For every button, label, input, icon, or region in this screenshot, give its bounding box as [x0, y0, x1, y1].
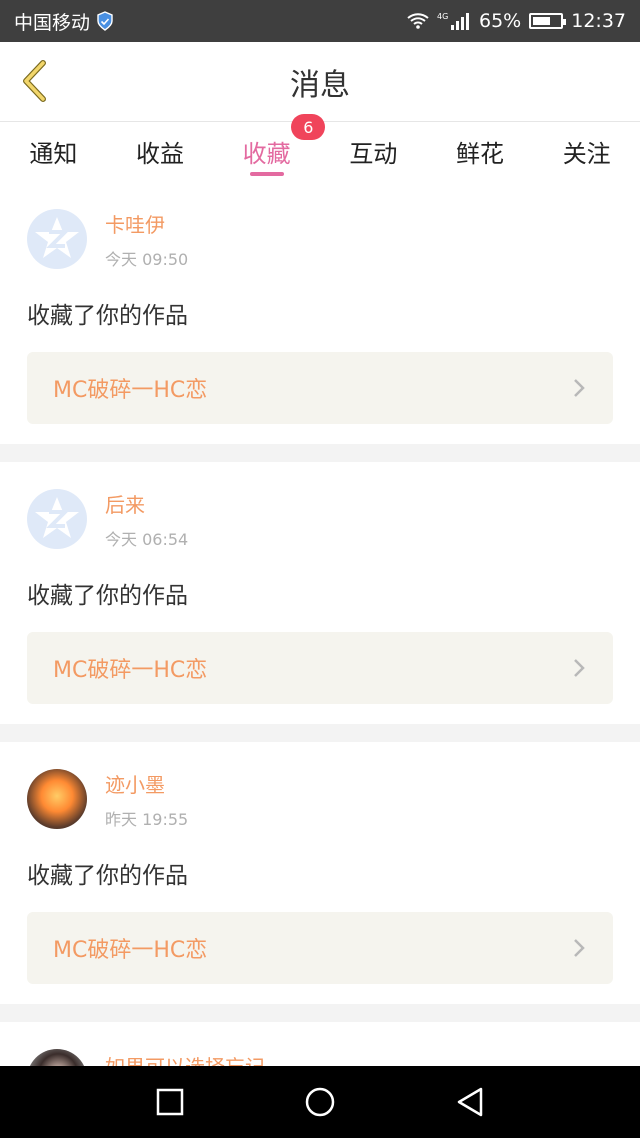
page-title: 消息: [290, 68, 350, 103]
chevron-right-icon: [574, 939, 585, 957]
user-name[interactable]: 后来: [105, 489, 188, 518]
message-header: 后来 今天 06:54: [27, 488, 613, 550]
circle-icon: [305, 1087, 335, 1117]
qq-zone-default-avatar-icon: [35, 217, 79, 258]
tab-label: 鲜花: [456, 139, 505, 168]
user-name[interactable]: 卡哇伊: [105, 209, 188, 238]
network-text: 4G: [437, 12, 448, 21]
tab-notice[interactable]: 通知: [0, 122, 107, 180]
user-meta: 迹小墨 昨天 19:55: [105, 769, 188, 830]
battery-percent: 65%: [479, 10, 522, 32]
tab-favorites[interactable]: 收藏 6: [213, 114, 326, 180]
work-link[interactable]: MC破碎一HC恋: [27, 352, 613, 424]
message-action: 收藏了你的作品: [27, 303, 188, 329]
tab-follow[interactable]: 关注: [533, 122, 640, 180]
wifi-icon: [407, 13, 429, 29]
battery-fill: [533, 17, 551, 25]
section-separator: [0, 724, 640, 742]
tab-interaction[interactable]: 互动: [320, 122, 427, 180]
message-time: 今天 09:50: [105, 249, 189, 269]
message-action: 收藏了你的作品: [27, 863, 188, 889]
status-left: 中国移动: [14, 8, 114, 35]
shield-icon: [97, 11, 113, 31]
tab-label: 互动: [349, 139, 398, 168]
status-bar: 中国移动 4G 65% 12:37: [0, 0, 640, 42]
square-icon: [156, 1088, 184, 1116]
chevron-right-icon: [574, 379, 585, 397]
message-header: 迹小墨 昨天 19:55: [27, 768, 613, 830]
user-name[interactable]: 迹小墨: [105, 769, 188, 798]
message-time: 昨天 19:55: [105, 809, 189, 829]
battery-icon: [529, 13, 567, 29]
message-time: 今天 06:54: [105, 529, 189, 549]
tab-bar: 通知 收益 收藏 6 互动 鲜花 关注: [0, 114, 640, 180]
tab-label: 收益: [136, 139, 184, 168]
tab-label: 收藏: [242, 139, 291, 168]
message-list: 卡哇伊 今天 09:50 收藏了你的作品 MC破碎一HC恋 后来 今天 06:5…: [0, 182, 640, 1130]
clock: 12:37: [571, 10, 626, 32]
home-button[interactable]: [300, 1082, 340, 1122]
status-right: 4G 65% 12:37: [407, 10, 626, 32]
message-item: 卡哇伊 今天 09:50 收藏了你的作品 MC破碎一HC恋: [0, 182, 640, 444]
qq-zone-default-avatar-icon: [35, 497, 79, 538]
work-title: MC破碎一HC恋: [53, 658, 208, 683]
work-title: MC破碎一HC恋: [53, 938, 208, 963]
user-meta: 卡哇伊 今天 09:50: [105, 209, 188, 270]
active-tab-indicator: [249, 172, 284, 176]
message-item: 后来 今天 06:54 收藏了你的作品 MC破碎一HC恋: [0, 462, 640, 724]
recents-button[interactable]: [150, 1082, 190, 1122]
tab-earnings[interactable]: 收益: [107, 122, 214, 180]
work-link[interactable]: MC破碎一HC恋: [27, 632, 613, 704]
section-separator: [0, 1004, 640, 1022]
header: 消息: [0, 42, 640, 122]
message-action: 收藏了你的作品: [27, 583, 188, 609]
tab-label: 通知: [29, 139, 78, 168]
work-title: MC破碎一HC恋: [53, 378, 208, 403]
back-nav-button[interactable]: [450, 1082, 490, 1122]
tab-flowers[interactable]: 鲜花: [427, 122, 534, 180]
avatar[interactable]: [27, 489, 87, 549]
chevron-right-icon: [574, 659, 585, 677]
message-item: 迹小墨 昨天 19:55 收藏了你的作品 MC破碎一HC恋: [0, 742, 640, 1004]
work-link[interactable]: MC破碎一HC恋: [27, 912, 613, 984]
system-nav-bar: [0, 1066, 640, 1138]
message-header: 卡哇伊 今天 09:50: [27, 208, 613, 270]
triangle-back-icon: [457, 1087, 483, 1117]
tab-label: 关注: [562, 139, 611, 168]
user-meta: 后来 今天 06:54: [105, 489, 188, 550]
signal-icon: 4G: [437, 12, 469, 30]
avatar[interactable]: [27, 209, 87, 269]
carrier-text: 中国移动: [14, 11, 91, 34]
section-separator: [0, 444, 640, 462]
avatar[interactable]: [27, 769, 87, 829]
